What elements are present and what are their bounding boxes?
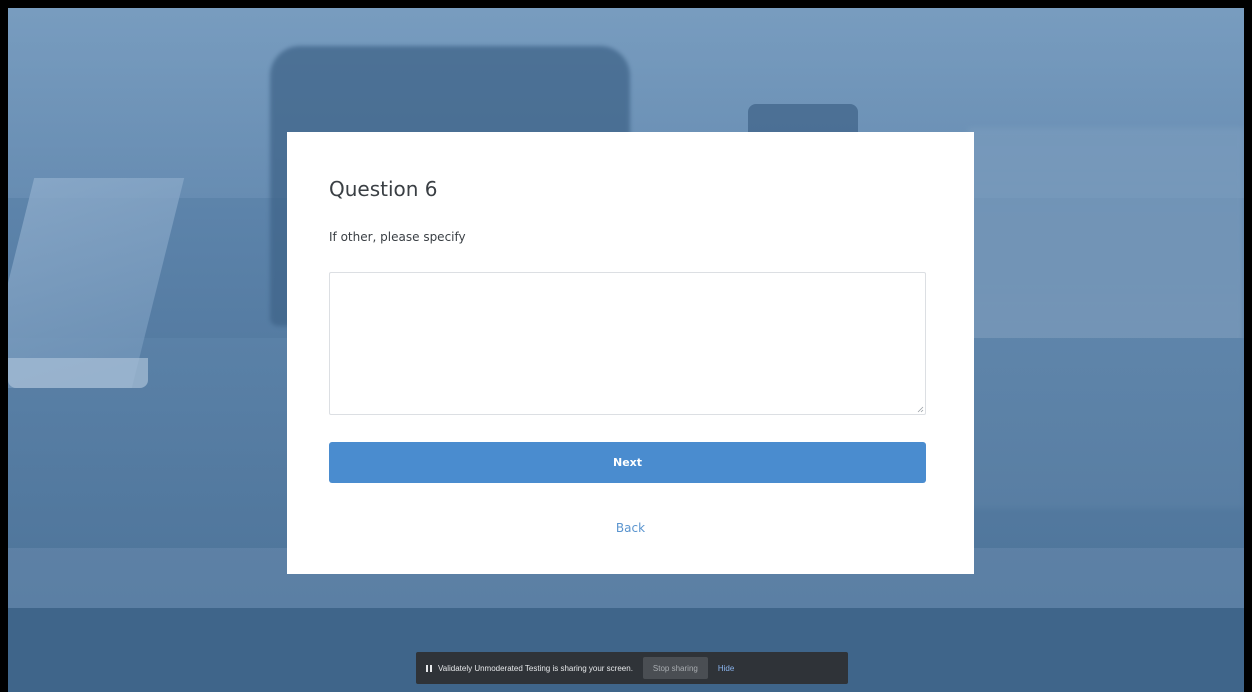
hide-link[interactable]: Hide (718, 664, 734, 673)
resize-grip-icon[interactable] (916, 405, 924, 413)
background-laptop-base (8, 358, 148, 388)
screen-share-bar: Validately Unmoderated Testing is sharin… (416, 652, 848, 684)
share-status-text: Validately Unmoderated Testing is sharin… (438, 663, 633, 673)
question-title: Question 6 (329, 177, 438, 201)
question-prompt: If other, please specify (329, 230, 466, 244)
back-link: Back (287, 521, 974, 535)
pause-icon (426, 664, 432, 672)
back-link-label[interactable]: Back (616, 521, 645, 535)
answer-textarea[interactable] (329, 272, 926, 415)
next-button[interactable]: Next (329, 442, 926, 483)
stop-sharing-button[interactable]: Stop sharing (642, 657, 708, 679)
question-card: Question 6 If other, please specify Next… (287, 132, 974, 574)
screen-frame: Question 6 If other, please specify Next… (0, 0, 1252, 692)
